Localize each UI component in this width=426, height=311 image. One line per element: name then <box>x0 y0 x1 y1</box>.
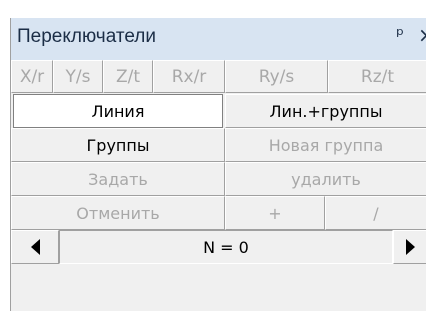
plus-button[interactable]: + <box>225 196 325 230</box>
new-group-button[interactable]: Новая группа <box>225 128 426 162</box>
panel-title: Переключатели <box>17 26 156 47</box>
cancel-button[interactable]: Отменить <box>11 196 225 230</box>
prev-button[interactable] <box>11 230 59 264</box>
line-groups-mode-button[interactable]: Лин.+группы <box>225 94 426 128</box>
close-icon[interactable]: × <box>418 23 426 47</box>
arrow-left-icon <box>30 239 40 255</box>
axis-y-button[interactable]: Y/s <box>53 60 103 93</box>
groups-button[interactable]: Группы <box>11 128 225 162</box>
switches-panel: Переключатели ᵖ × X/r Y/s Z/t Rx/r Ry/s … <box>10 18 426 311</box>
next-button[interactable] <box>393 230 426 264</box>
slash-button[interactable]: / <box>325 196 426 230</box>
axis-x-button[interactable]: X/r <box>11 60 53 93</box>
delete-button[interactable]: удалить <box>225 162 426 196</box>
panel-titlebar: Переключатели ᵖ × <box>11 18 426 60</box>
axis-ry-button[interactable]: Ry/s <box>225 60 328 93</box>
axis-z-button[interactable]: Z/t <box>103 60 153 93</box>
pin-icon[interactable]: ᵖ <box>396 24 404 46</box>
set-button[interactable]: Задать <box>11 162 225 196</box>
line-mode-button[interactable]: Линия <box>13 94 223 128</box>
axis-rx-button[interactable]: Rx/r <box>153 60 225 93</box>
arrow-right-icon <box>405 239 415 255</box>
axis-rz-button[interactable]: Rz/t <box>328 60 426 93</box>
counter-display: N = 0 <box>59 230 393 264</box>
